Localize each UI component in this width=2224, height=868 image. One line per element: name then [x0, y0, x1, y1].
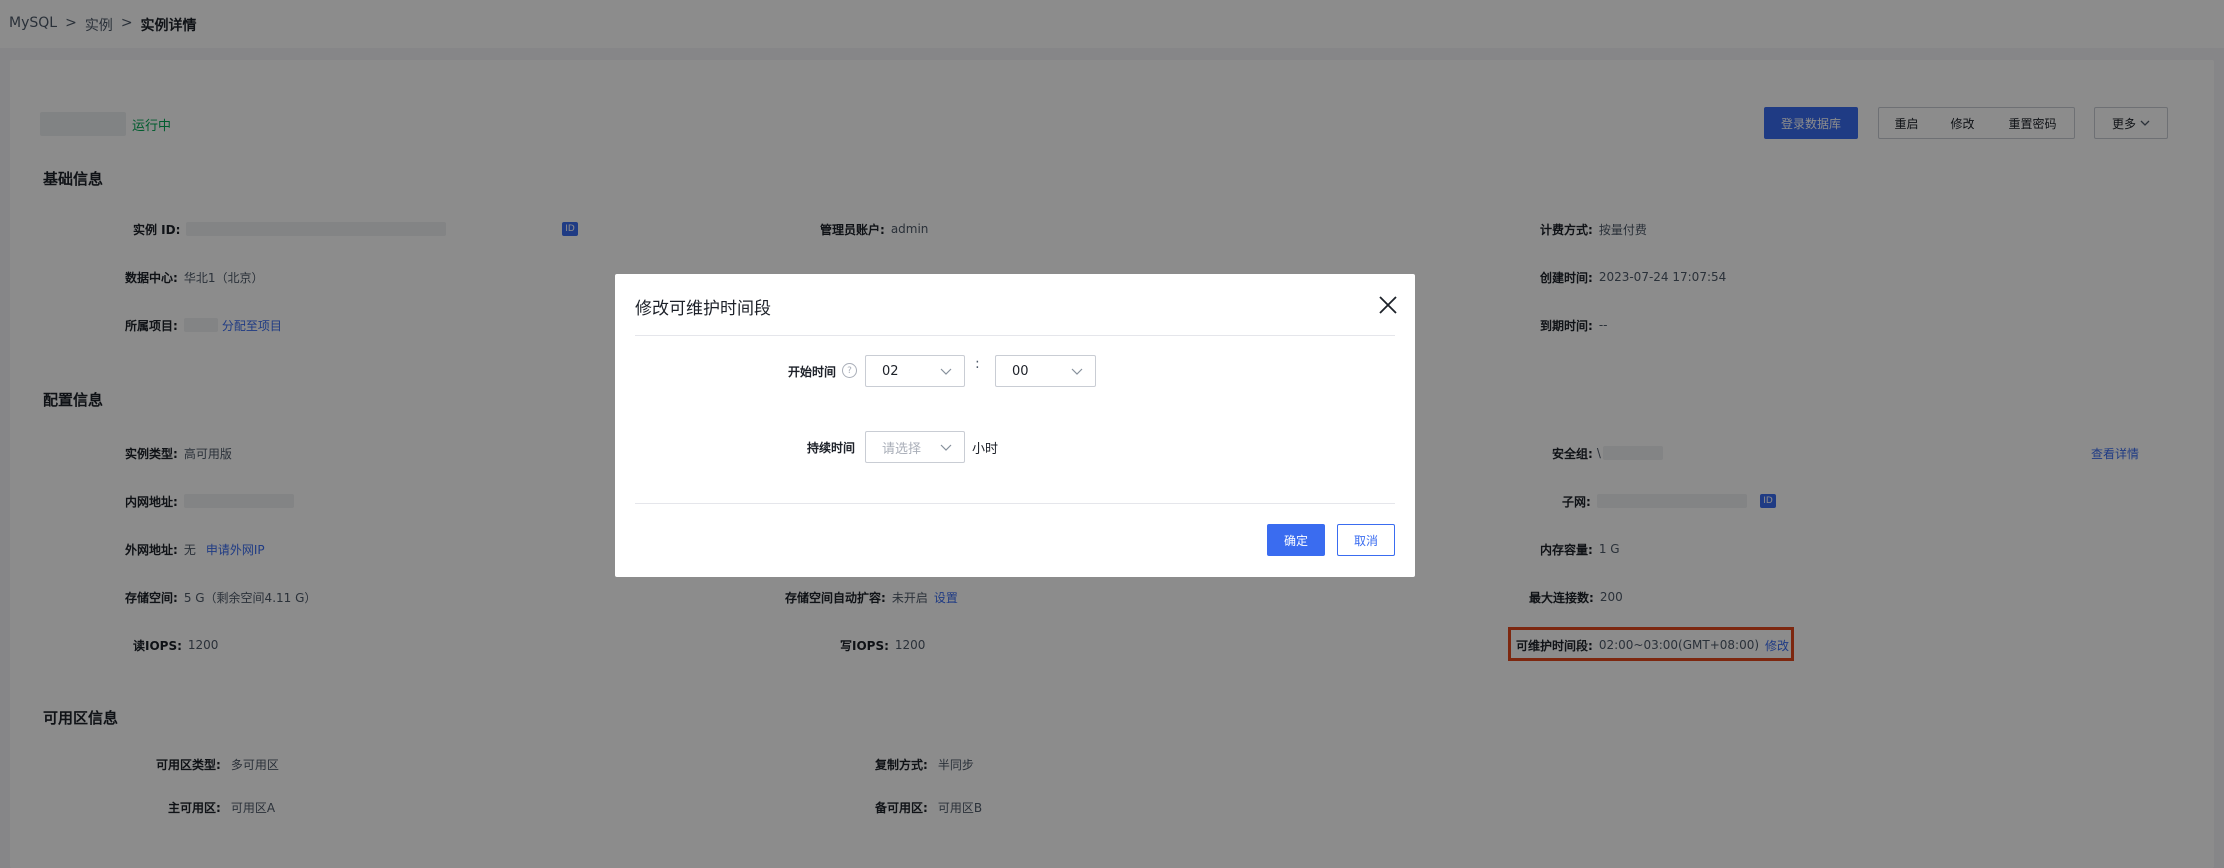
- time-separator: :: [975, 356, 980, 372]
- chevron-down-icon: [940, 368, 952, 375]
- cancel-button[interactable]: 取消: [1337, 524, 1395, 556]
- start-minute-value: 00: [1012, 363, 1029, 379]
- chevron-down-icon: [1071, 368, 1083, 375]
- chevron-down-icon: [940, 444, 952, 451]
- maintenance-window-dialog: 修改可维护时间段 开始时间 ? 02 : 00 持续时间 请选择 小时 确定 取…: [615, 274, 1415, 577]
- start-time-label: 开始时间: [788, 365, 837, 379]
- start-hour-value: 02: [882, 363, 899, 379]
- dialog-header-divider: [635, 335, 1395, 336]
- start-hour-select[interactable]: 02: [865, 355, 965, 387]
- close-icon[interactable]: [1377, 294, 1399, 316]
- help-icon[interactable]: ?: [842, 363, 857, 378]
- start-minute-select[interactable]: 00: [995, 355, 1096, 387]
- dialog-footer-divider: [635, 503, 1395, 504]
- duration-unit: 小时: [972, 442, 999, 457]
- duration-select[interactable]: 请选择: [865, 431, 965, 463]
- confirm-button[interactable]: 确定: [1267, 524, 1325, 556]
- dialog-title: 修改可维护时间段: [635, 299, 771, 319]
- duration-placeholder: 请选择: [882, 441, 922, 457]
- duration-label: 持续时间: [807, 441, 856, 455]
